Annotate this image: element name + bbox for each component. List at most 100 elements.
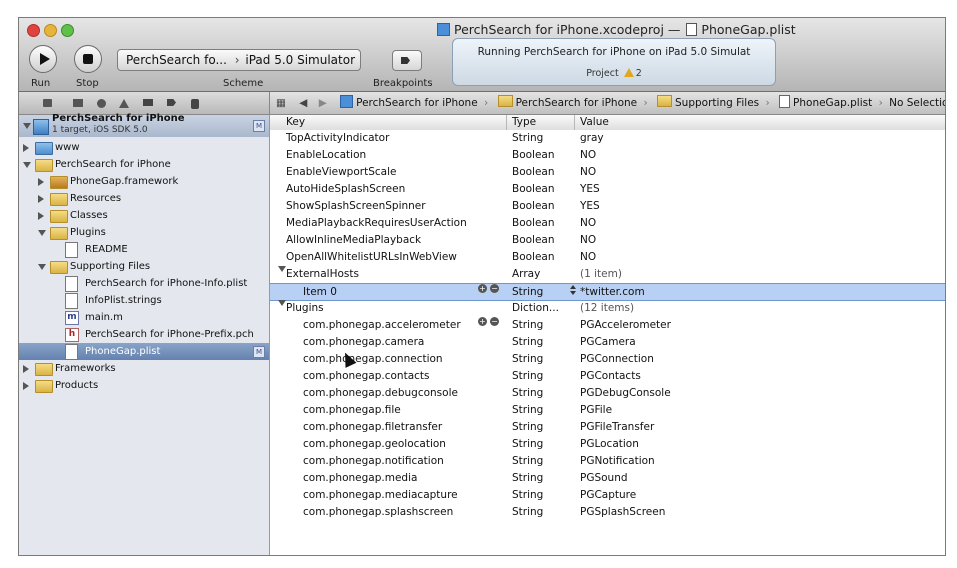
plist-value[interactable]: NO [580, 215, 596, 232]
plist-row[interactable]: TopActivityIndicator String gray [270, 130, 945, 147]
plist-value[interactable]: (12 items) [580, 300, 634, 317]
plist-key[interactable]: com.phonegap.splashscreen [303, 504, 453, 521]
navigator-item[interactable]: PhoneGap.framework [19, 173, 269, 190]
plist-key[interactable]: MediaPlaybackRequiresUserAction [286, 215, 467, 232]
plist-value[interactable]: *twitter.com [580, 284, 645, 301]
disclosure-open-icon[interactable] [23, 123, 31, 129]
remove-row-icon[interactable]: − [490, 284, 499, 293]
plist-key[interactable]: com.phonegap.debugconsole [303, 385, 458, 402]
plist-key[interactable]: EnableLocation [286, 147, 366, 164]
project-navigator-icon[interactable] [43, 99, 52, 107]
disclosure-closed-icon[interactable] [38, 212, 44, 220]
navigator-item[interactable]: Classes [19, 207, 269, 224]
plist-row[interactable]: com.phonegap.camera String PGCamera [270, 334, 945, 351]
plist-type[interactable]: String [512, 368, 543, 385]
remove-row-icon[interactable]: − [490, 317, 499, 326]
navigator-item[interactable]: www [19, 139, 269, 156]
navigator-item[interactable]: Supporting Files [19, 258, 269, 275]
navigator-item[interactable]: Products [19, 377, 269, 394]
navigator-item[interactable]: README [19, 241, 269, 258]
plist-key[interactable]: com.phonegap.media [303, 470, 417, 487]
log-navigator-icon[interactable] [191, 99, 199, 109]
navigator-item[interactable]: h PerchSearch for iPhone-Prefix.pch [19, 326, 269, 343]
disclosure-open-icon[interactable] [38, 264, 46, 270]
close-window-button[interactable] [27, 24, 40, 37]
jumpbar-crumb-supporting-files[interactable]: Supporting Files [675, 97, 759, 109]
plist-row[interactable]: com.phonegap.contacts String PGContacts [270, 368, 945, 385]
plist-type[interactable]: String [512, 351, 543, 368]
disclosure-open-icon[interactable] [278, 266, 286, 272]
plist-type[interactable]: Boolean [512, 249, 555, 266]
plist-value[interactable]: PGDebugConsole [580, 385, 671, 402]
plist-row[interactable]: com.phonegap.debugconsole String PGDebugCo… [270, 385, 945, 402]
plist-row[interactable]: com.phonegap.filetransfer String PGFileTra… [270, 419, 945, 436]
plist-key[interactable]: ShowSplashScreenSpinner [286, 198, 426, 215]
plist-type[interactable]: Boolean [512, 215, 555, 232]
plist-value[interactable]: gray [580, 130, 604, 147]
activity-project-status[interactable]: Project 2 [453, 68, 775, 79]
scheme-popup[interactable]: PerchSearch fo... › iPad 5.0 Simulator [117, 49, 361, 71]
plist-type[interactable]: Boolean [512, 164, 555, 181]
disclosure-closed-icon[interactable] [23, 382, 29, 390]
navigator-item[interactable]: Frameworks [19, 360, 269, 377]
plist-row[interactable]: AllowInlineMediaPlayback Boolean NO [270, 232, 945, 249]
plist-type[interactable]: String [512, 402, 543, 419]
plist-key[interactable]: EnableViewportScale [286, 164, 396, 181]
plist-value[interactable]: PGCamera [580, 334, 636, 351]
plist-row[interactable]: com.phonegap.connection String PGConnectio… [270, 351, 945, 368]
jumpbar-crumb-project[interactable]: PerchSearch for iPhone [356, 97, 478, 109]
navigator-item[interactable]: PerchSearch for iPhone [19, 156, 269, 173]
issue-navigator-icon[interactable] [119, 99, 129, 108]
run-button[interactable] [29, 45, 57, 73]
plist-value[interactable]: PGFileTransfer [580, 419, 654, 436]
disclosure-closed-icon[interactable] [38, 178, 44, 186]
column-header-value[interactable]: Value [580, 115, 609, 130]
plist-value[interactable]: PGSound [580, 470, 628, 487]
debug-navigator-icon[interactable] [143, 99, 153, 106]
plist-value[interactable]: NO [580, 164, 596, 181]
breakpoints-button[interactable] [392, 50, 422, 71]
search-navigator-icon[interactable] [97, 99, 106, 108]
plist-row[interactable]: ExternalHosts Array (1 item) [270, 266, 945, 283]
column-divider[interactable] [574, 115, 575, 130]
plist-type[interactable]: String [512, 504, 543, 521]
jumpbar-crumb-file[interactable]: PhoneGap.plist [793, 97, 872, 109]
plist-type[interactable]: String [512, 487, 543, 504]
plist-row[interactable]: com.phonegap.accelerometer + − String PGAcce… [270, 317, 945, 334]
activity-viewer[interactable]: Running PerchSearch for iPhone on iPad 5… [452, 38, 776, 86]
symbol-navigator-icon[interactable] [73, 99, 83, 107]
plist-key[interactable]: TopActivityIndicator [286, 130, 389, 147]
related-items-icon[interactable]: ▦ [276, 97, 286, 109]
plist-key[interactable]: ExternalHosts [286, 266, 359, 283]
plist-row[interactable]: com.phonegap.mediacapture String PGCapture [270, 487, 945, 504]
plist-row[interactable]: MediaPlaybackRequiresUserAction Boolean NO [270, 215, 945, 232]
navigator-item[interactable]: Plugins [19, 224, 269, 241]
plist-type[interactable]: Array [512, 266, 540, 283]
plist-value[interactable]: NO [580, 232, 596, 249]
plist-type[interactable]: String [512, 284, 543, 301]
value-stepper-icon[interactable] [570, 284, 577, 296]
plist-value[interactable]: YES [580, 198, 600, 215]
column-header-type[interactable]: Type [512, 115, 536, 130]
plist-value[interactable]: PGCapture [580, 487, 636, 504]
plist-row[interactable]: com.phonegap.file String PGFile [270, 402, 945, 419]
plist-row[interactable]: com.phonegap.splashscreen String PGSplashS… [270, 504, 945, 521]
plist-row[interactable]: OpenAllWhitelistURLsInWebView Boolean NO [270, 249, 945, 266]
disclosure-closed-icon[interactable] [23, 144, 29, 152]
plist-type[interactable]: String [512, 130, 543, 147]
plist-value[interactable]: (1 item) [580, 266, 622, 283]
project-root-row[interactable]: PerchSearch for iPhone 1 target, iOS SDK… [19, 113, 269, 137]
plist-type[interactable]: String [512, 436, 543, 453]
plist-row[interactable]: Item 0 + − String *twitter.com [270, 283, 945, 301]
disclosure-closed-icon[interactable] [38, 195, 44, 203]
back-icon[interactable]: ◀ [299, 97, 307, 109]
add-row-icon[interactable]: + [478, 284, 487, 293]
plist-type[interactable]: Boolean [512, 232, 555, 249]
plist-key[interactable]: com.phonegap.filetransfer [303, 419, 442, 436]
breakpoint-navigator-icon[interactable] [167, 99, 176, 106]
plist-row[interactable]: EnableLocation Boolean NO [270, 147, 945, 164]
plist-key[interactable]: OpenAllWhitelistURLsInWebView [286, 249, 457, 266]
plist-type[interactable]: Boolean [512, 147, 555, 164]
disclosure-closed-icon[interactable] [23, 365, 29, 373]
zoom-window-button[interactable] [61, 24, 74, 37]
